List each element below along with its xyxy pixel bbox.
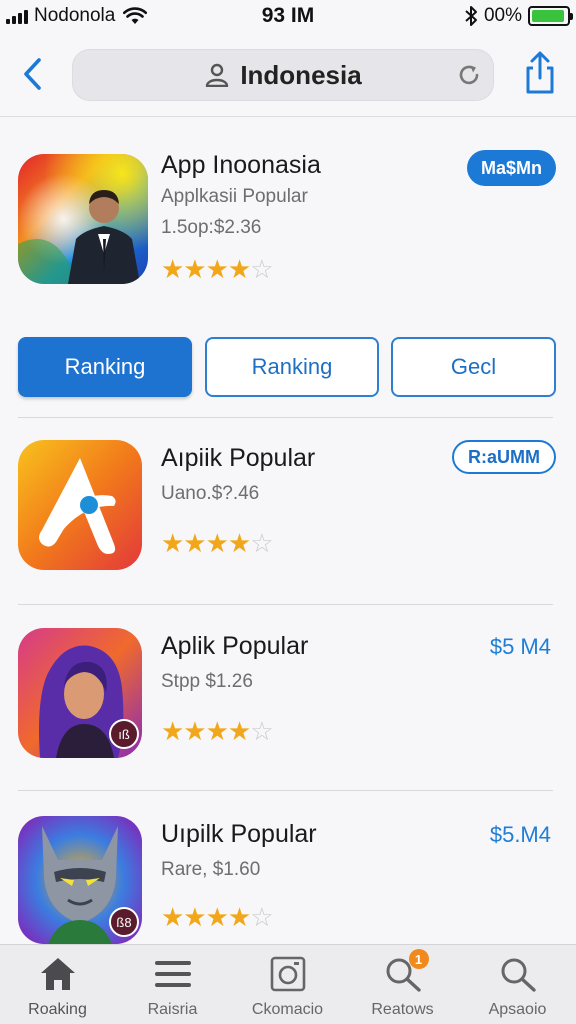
tab-apsaoio[interactable]: Apsaoio [460, 945, 575, 1024]
app-icon: ß8 [18, 816, 142, 944]
wifi-icon [123, 7, 148, 24]
divider [18, 604, 553, 605]
app-icon-badge: ß8 [116, 915, 131, 930]
star-rating: ★★★★☆ [161, 902, 274, 932]
address-text: Indonesia [240, 59, 362, 90]
divider [18, 790, 553, 791]
app-title: Aıpiik Popular [161, 444, 316, 472]
carrier-name: Nodonola [34, 5, 116, 26]
list-item[interactable]: Aıpiik Popular Uano.$?.46 ★★★★☆ R:aUMM [0, 440, 576, 580]
header-divider [0, 116, 576, 117]
navigation-bar: Indonesia [0, 40, 576, 110]
featured-app-get-button[interactable]: Ma$Mn [466, 150, 556, 186]
tab-label: Ckomacio [251, 1001, 324, 1018]
reload-icon[interactable] [456, 62, 482, 88]
battery-level [532, 10, 565, 22]
app-icon-badge: ıß [118, 727, 130, 742]
chevron-left-icon [24, 58, 41, 90]
home-icon [38, 955, 78, 993]
app-icon [18, 440, 142, 570]
featured-app-icon [18, 154, 148, 284]
app-price-meta: Uano.$?.46 [161, 483, 260, 504]
segment-ranking-2[interactable]: Ranking [205, 337, 379, 397]
star-rating: ★★★★☆ [161, 528, 274, 558]
bluetooth-icon [465, 6, 477, 26]
list-item[interactable]: ıß Aplik Popular Stpp $1.26 ★★★★☆ $5 M4 [0, 628, 576, 768]
tab-label: Raisria [147, 1001, 198, 1018]
featured-app-meta: 1.5op:$2.36 [161, 217, 262, 238]
battery-icon [528, 6, 573, 26]
address-bar[interactable]: Indonesia [72, 49, 494, 101]
tab-label: Roaking [28, 1001, 87, 1018]
star-rating: ★★★★☆ [161, 716, 274, 746]
star-rating: ★★★★☆ [161, 254, 274, 284]
list-item[interactable]: ß8 Uıpilk Popular Rare, $1.60 ★★★★☆ $5.M… [0, 816, 576, 946]
tab-bar: Roaking Raisria Ckomacio 1 Reatows Apsao… [0, 944, 576, 1024]
app-icon: ıß [18, 628, 142, 758]
share-icon[interactable] [520, 50, 560, 98]
search-icon [498, 955, 538, 993]
app-get-button[interactable]: R:aUMM [452, 440, 556, 474]
segment-ranking[interactable]: Ranking [18, 337, 192, 397]
tab-raisria[interactable]: Raisria [115, 945, 230, 1024]
tab-label: Reatows [371, 1001, 434, 1018]
tab-reatows[interactable]: 1 Reatows [345, 945, 460, 1024]
app-price-button[interactable]: $5 M4 [490, 634, 551, 660]
app-title: Uıpilk Popular [161, 820, 317, 848]
divider [18, 417, 553, 418]
segment-gecl[interactable]: Gecl [391, 337, 556, 397]
list-icon [153, 955, 193, 993]
app-price-button[interactable]: $5.M4 [490, 822, 551, 848]
segmented-control: Ranking Ranking Gecl [18, 337, 556, 397]
signal-icon [6, 8, 28, 24]
person-icon [206, 63, 229, 87]
status-bar: Nodonola 93 IM 00% [0, 0, 576, 32]
featured-app[interactable]: App Inoonasia Applkasii Popular 1.5op:$2… [0, 150, 576, 310]
featured-app-subtitle: Applkasii Popular [161, 186, 308, 207]
app-price-meta: Stpp $1.26 [161, 671, 253, 692]
battery-percent: 00% [483, 5, 522, 26]
featured-app-title: App Inoonasia [161, 151, 321, 179]
app-price-meta: Rare, $1.60 [161, 859, 261, 880]
search-icon: 1 [383, 949, 429, 993]
camera-icon [268, 955, 308, 993]
tab-ckomacio[interactable]: Ckomacio [230, 945, 345, 1024]
tab-label: Apsaoio [488, 1001, 547, 1018]
app-title: Aplik Popular [161, 632, 309, 660]
back-button[interactable] [14, 54, 50, 94]
notification-badge: 1 [408, 949, 429, 969]
tab-roaking[interactable]: Roaking [0, 945, 115, 1024]
